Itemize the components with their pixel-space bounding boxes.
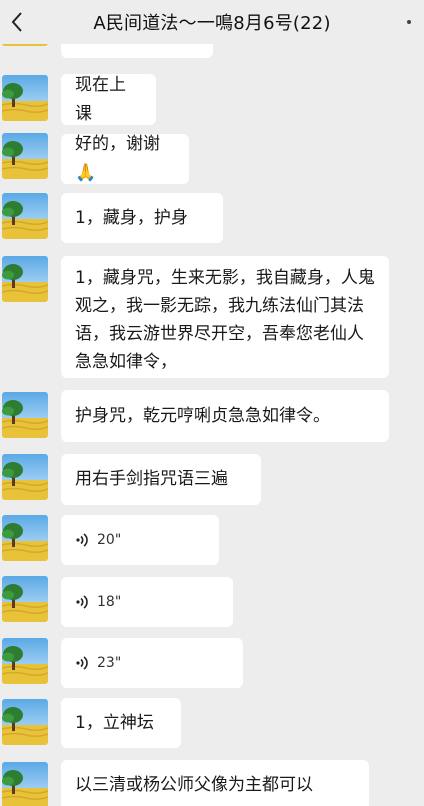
voice-duration: 23" (97, 654, 122, 671)
voice-wave-icon (76, 533, 88, 547)
more-vertical-icon (407, 20, 411, 24)
message-text: 1，立神坛 (75, 712, 154, 733)
chevron-left-icon (11, 12, 22, 32)
avatar[interactable] (2, 392, 48, 438)
landscape-avatar-icon (2, 762, 48, 806)
message-list[interactable]: 现在上课 好的，谢谢🙏 1，藏身，护身 1，藏身咒，生来无影，我自藏身，人鬼观之… (0, 0, 424, 806)
landscape-avatar-icon (2, 193, 48, 239)
landscape-avatar-icon (2, 454, 48, 500)
landscape-avatar-icon (2, 75, 48, 121)
message-bubble[interactable]: 护身咒，乾元哼唎贞急急如律令。 (61, 390, 389, 442)
avatar[interactable] (2, 638, 48, 684)
avatar[interactable] (2, 762, 48, 806)
avatar[interactable] (2, 699, 48, 745)
landscape-avatar-icon (2, 515, 48, 561)
back-button[interactable] (6, 8, 28, 36)
message-text: 以三清或杨公师父像为主都可以 (75, 774, 313, 795)
voice-duration: 18" (97, 593, 122, 610)
message-text: 用右手剑指咒语三遍 (75, 469, 228, 489)
avatar[interactable] (2, 133, 48, 179)
landscape-avatar-icon (2, 576, 48, 622)
message-bubble[interactable]: 1，藏身咒，生来无影，我自藏身，人鬼观之，我一影无踪，我九练法仙门其法语，我云游… (61, 256, 389, 378)
message-text: 1，藏身咒，生来无影，我自藏身，人鬼观之，我一影无踪，我九练法仙门其法语，我云游… (75, 268, 375, 372)
voice-message[interactable]: 23" (61, 638, 243, 688)
more-button[interactable] (402, 10, 416, 34)
avatar[interactable] (2, 515, 48, 561)
voice-message[interactable]: 18" (61, 577, 233, 627)
message-bubble[interactable]: 以三清或杨公师父像为主都可以 (61, 760, 369, 806)
avatar[interactable] (2, 256, 48, 302)
message-bubble[interactable]: 用右手剑指咒语三遍 (61, 454, 261, 505)
chat-header: A民间道法～一鳴8月6号(22) (0, 0, 424, 44)
message-bubble[interactable]: 1，藏身，护身 (61, 193, 223, 243)
avatar[interactable] (2, 75, 48, 121)
landscape-avatar-icon (2, 256, 48, 302)
avatar[interactable] (2, 576, 48, 622)
avatar[interactable] (2, 193, 48, 239)
voice-wave-icon (76, 595, 88, 609)
message-bubble[interactable]: 1，立神坛 (61, 698, 181, 748)
message-text: 护身咒，乾元哼唎贞急急如律令。 (75, 405, 330, 426)
voice-duration: 20" (97, 531, 122, 548)
voice-wave-icon (76, 656, 88, 670)
message-text: 1，藏身，护身 (75, 207, 188, 228)
voice-message[interactable]: 20" (61, 515, 219, 565)
landscape-avatar-icon (2, 392, 48, 438)
landscape-avatar-icon (2, 638, 48, 684)
message-text: 现在上课 (75, 74, 126, 124)
landscape-avatar-icon (2, 133, 48, 179)
message-text: 好的，谢谢🙏 (75, 134, 160, 183)
landscape-avatar-icon (2, 699, 48, 745)
message-bubble[interactable]: 现在上课 (61, 74, 156, 125)
chat-title: A民间道法～一鳴8月6号(22) (93, 13, 331, 34)
message-bubble[interactable]: 好的，谢谢🙏 (61, 134, 189, 184)
avatar[interactable] (2, 454, 48, 500)
